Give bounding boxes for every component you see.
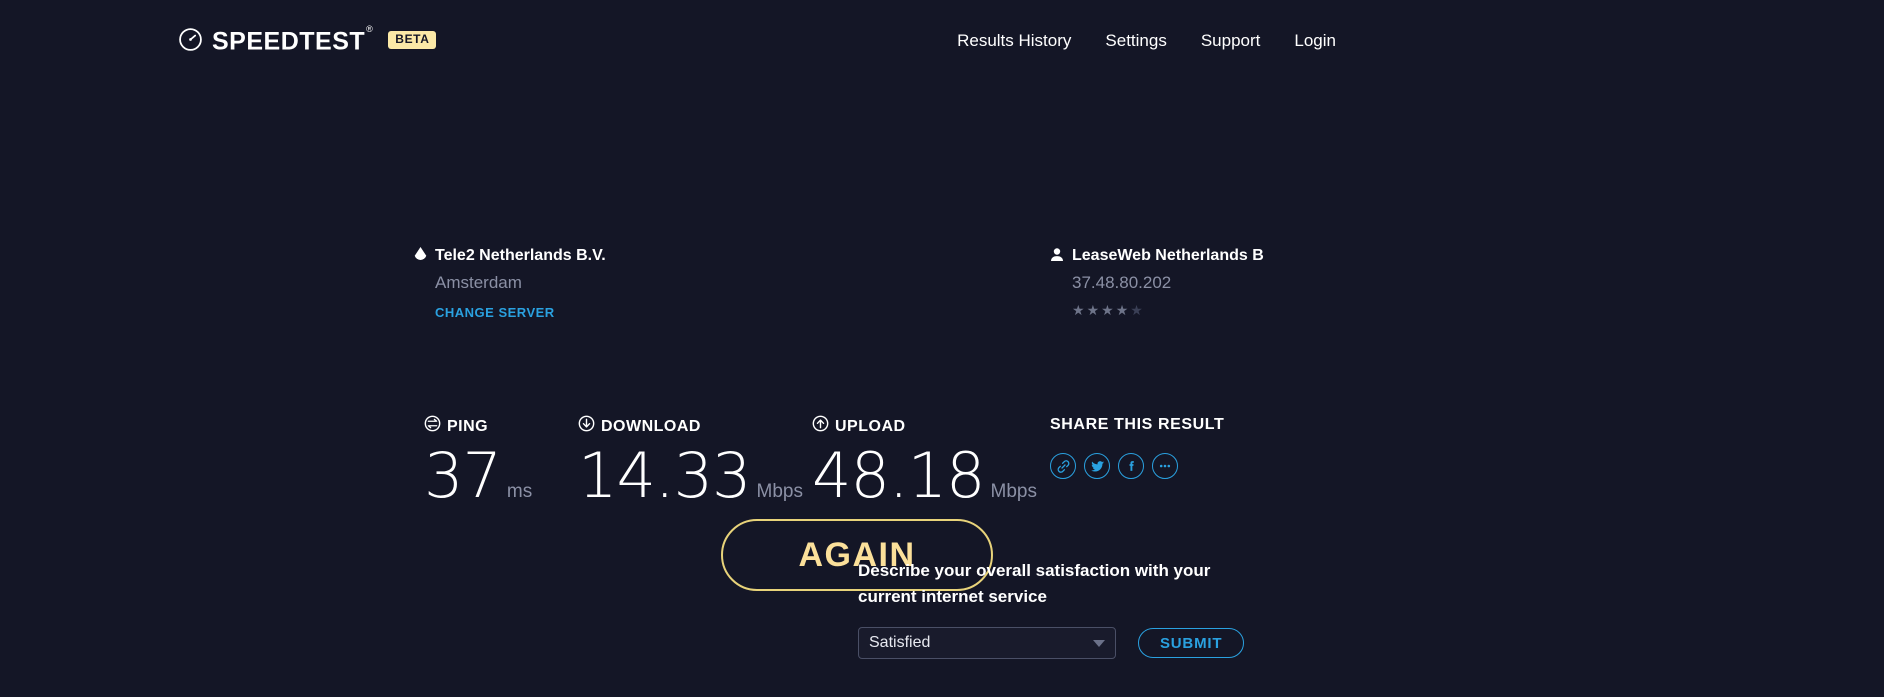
metric-download-value-row: 14.33 Mbps bbox=[578, 439, 803, 512]
metric-upload-value-row: 48.18 Mbps bbox=[812, 439, 1037, 512]
result-summary-row: Tele2 Netherlands B.V. Amsterdam CHANGE … bbox=[0, 245, 1884, 591]
satisfaction-survey: Describe your overall satisfaction with … bbox=[858, 558, 1298, 659]
metrics-row: PING 37 ms DOWNLOAD 14.33 Mbps UPLOAD 48… bbox=[0, 415, 1884, 515]
metric-upload-value: 48.18 bbox=[812, 439, 985, 512]
satisfaction-select[interactable]: Satisfied bbox=[858, 627, 1116, 659]
star-icon-empty: ★ bbox=[1130, 302, 1143, 318]
more-options-icon[interactable] bbox=[1152, 453, 1178, 479]
nav-item-login[interactable]: Login bbox=[1277, 30, 1336, 52]
isp-name-row: LeaseWeb Netherlands B bbox=[1050, 245, 1290, 266]
isp-rating[interactable]: ★ ★ ★ ★ ★ bbox=[1072, 302, 1290, 318]
speedtest-logo[interactable]: SPEEDTEST® BETA bbox=[178, 24, 437, 56]
metric-download-unit: Mbps bbox=[756, 481, 803, 502]
server-drop-icon bbox=[414, 245, 427, 266]
upload-arrow-icon bbox=[812, 415, 829, 438]
share-icon-list bbox=[1050, 453, 1310, 479]
metric-ping-label: PING bbox=[447, 417, 489, 435]
metric-upload-label: UPLOAD bbox=[835, 417, 906, 435]
metric-ping-value-row: 37 ms bbox=[424, 440, 584, 512]
metric-download-value: 14.33 bbox=[578, 439, 751, 512]
metric-ping: PING 37 ms bbox=[424, 415, 584, 512]
speedtest-result-page: SPEEDTEST® BETA Results History Settings… bbox=[0, 0, 1884, 697]
satisfaction-select-value: Satisfied bbox=[869, 634, 931, 651]
metric-upload: UPLOAD 48.18 Mbps bbox=[812, 415, 1037, 512]
person-icon bbox=[1050, 245, 1064, 266]
star-icon: ★ bbox=[1072, 302, 1085, 318]
main-navigation: Results History Settings Support Login bbox=[940, 30, 1336, 52]
survey-question: Describe your overall satisfaction with … bbox=[858, 561, 1211, 606]
metric-download-label-row: DOWNLOAD bbox=[578, 415, 778, 438]
facebook-icon[interactable] bbox=[1118, 453, 1144, 479]
share-title: SHARE THIS RESULT bbox=[1050, 416, 1225, 433]
twitter-icon[interactable] bbox=[1084, 453, 1110, 479]
metric-download-label: DOWNLOAD bbox=[601, 417, 701, 435]
site-header: SPEEDTEST® BETA Results History Settings… bbox=[0, 0, 1884, 78]
beta-badge: BETA bbox=[388, 30, 437, 49]
submit-button[interactable]: SUBMIT bbox=[1138, 628, 1245, 658]
star-icon: ★ bbox=[1086, 302, 1100, 318]
star-icon: ★ bbox=[1101, 302, 1114, 318]
download-arrow-icon bbox=[578, 415, 595, 438]
logo-wordmark: SPEEDTEST® bbox=[212, 24, 374, 56]
nav-item-results-history[interactable]: Results History bbox=[940, 30, 1088, 52]
ping-icon bbox=[424, 415, 441, 438]
star-icon: ★ bbox=[1115, 302, 1129, 318]
server-city: Amsterdam bbox=[435, 273, 522, 292]
chevron-down-icon bbox=[1093, 639, 1105, 647]
metric-upload-unit: Mbps bbox=[990, 481, 1037, 502]
server-info: Tele2 Netherlands B.V. Amsterdam CHANGE … bbox=[414, 245, 704, 322]
metric-upload-label-row: UPLOAD bbox=[812, 415, 1012, 438]
speedometer-icon bbox=[178, 27, 203, 52]
metric-download: DOWNLOAD 14.33 Mbps bbox=[578, 415, 803, 512]
metric-ping-label-row: PING bbox=[424, 415, 584, 438]
registered-mark: ® bbox=[366, 24, 374, 34]
share-section: SHARE THIS RESULT bbox=[1050, 415, 1310, 479]
isp-name: LeaseWeb Netherlands B bbox=[1072, 247, 1264, 264]
nav-item-support[interactable]: Support bbox=[1184, 30, 1278, 52]
metric-ping-unit: ms bbox=[506, 481, 533, 502]
isp-ip-address: 37.48.80.202 bbox=[1072, 273, 1172, 292]
change-server-link[interactable]: CHANGE SERVER bbox=[435, 304, 555, 321]
survey-controls: Satisfied SUBMIT bbox=[858, 627, 1298, 659]
server-name: Tele2 Netherlands B.V. bbox=[435, 247, 606, 264]
link-icon[interactable] bbox=[1050, 453, 1076, 479]
metric-ping-value: 37 bbox=[424, 439, 502, 512]
isp-info: LeaseWeb Netherlands B 37.48.80.202 ★ ★ … bbox=[1050, 245, 1290, 318]
server-name-row: Tele2 Netherlands B.V. bbox=[414, 245, 704, 266]
nav-item-settings[interactable]: Settings bbox=[1088, 30, 1183, 52]
